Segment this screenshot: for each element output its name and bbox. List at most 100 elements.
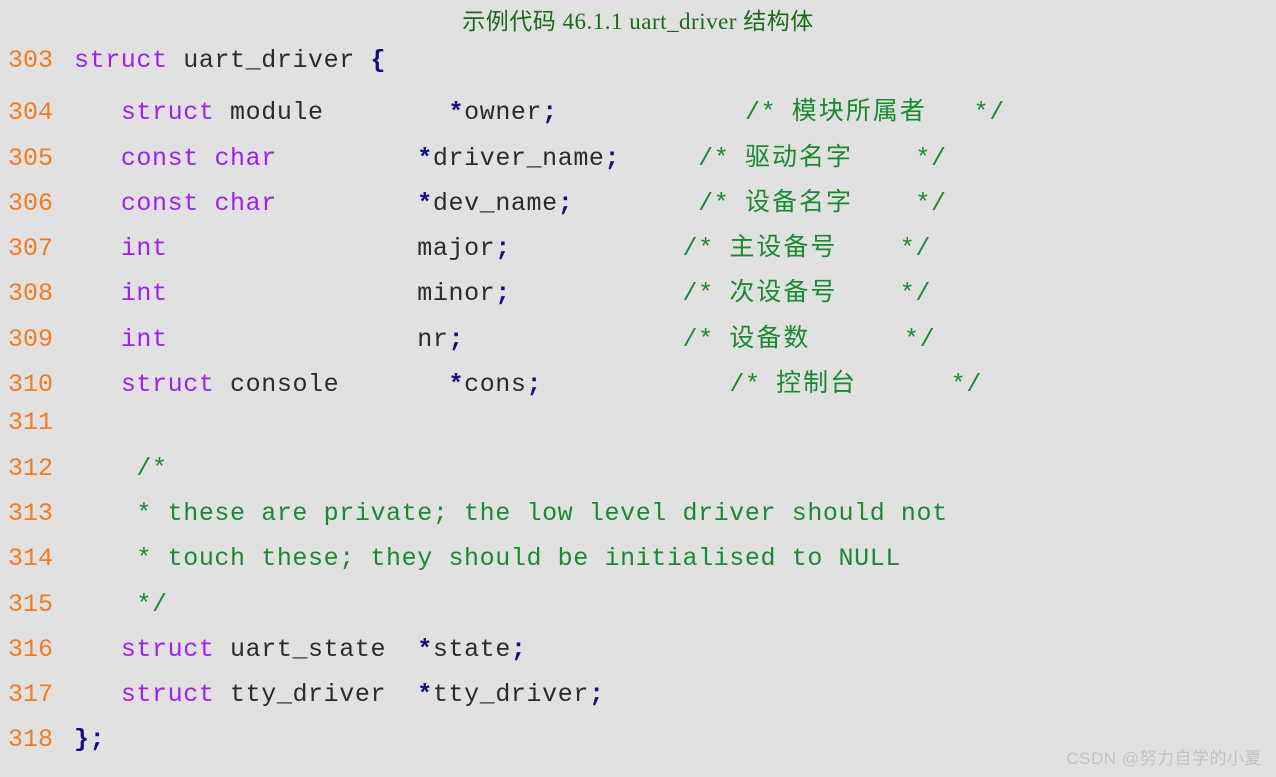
code-token-kw: int bbox=[120, 234, 168, 264]
code-token-id bbox=[74, 635, 121, 664]
code-token-id bbox=[573, 189, 698, 218]
code-token-cmt: */ bbox=[857, 370, 983, 400]
code-token-cmt-cn: 模块所属者 bbox=[791, 98, 927, 126]
code-token-punc: ; bbox=[542, 98, 558, 128]
code-token-punc: ; bbox=[588, 680, 605, 710]
code-token-cmt: /* bbox=[729, 370, 777, 400]
code-line: 313 * these are private; the low level d… bbox=[0, 499, 1276, 544]
code-token-id bbox=[386, 680, 417, 709]
page-title: 示例代码 46.1.1 uart_driver 结构体 bbox=[462, 9, 814, 34]
code-token-cmt: * touch these; they should be initialise… bbox=[74, 544, 901, 574]
code-token-id bbox=[168, 279, 418, 308]
code-token-kw: int bbox=[120, 324, 168, 354]
code-token-id bbox=[74, 189, 121, 218]
code-token-id bbox=[558, 98, 745, 127]
code-token-id: uart_driver bbox=[183, 46, 355, 75]
code-token-id bbox=[464, 325, 682, 354]
code-token-cmt: /* bbox=[682, 324, 730, 354]
code-line-content: const char *dev_name; /* 设备名字 */ bbox=[74, 182, 947, 218]
code-token-id: dev_name bbox=[432, 188, 558, 218]
code-token-id bbox=[542, 370, 729, 399]
code-line-content: const char *driver_name; /* 驱动名字 */ bbox=[74, 137, 947, 173]
code-token-cmt: /* bbox=[698, 188, 745, 218]
code-token-kw: struct bbox=[120, 370, 215, 400]
code-token-punc: * bbox=[448, 98, 465, 128]
code-line-content: struct console *cons; /* 控制台 */ bbox=[74, 363, 982, 399]
line-number: 314 bbox=[8, 544, 54, 574]
code-token-id: tty_driver bbox=[230, 680, 387, 710]
code-token-cmt: /* bbox=[744, 98, 792, 128]
code-token-brace: }; bbox=[74, 725, 106, 755]
code-token-cmt: /* bbox=[682, 279, 730, 309]
code-token-punc: ; bbox=[448, 324, 465, 354]
line-number: 315 bbox=[8, 589, 54, 619]
code-token-kw: struct bbox=[120, 98, 215, 128]
code-line-content: struct module *owner; /* 模块所属者 */ bbox=[74, 91, 1005, 127]
code-token-kw: const bbox=[120, 188, 199, 218]
code-token-id bbox=[168, 234, 418, 263]
code-token-id: nr bbox=[417, 324, 449, 354]
code-token-punc: ; bbox=[526, 370, 543, 400]
code-token-cmt: */ bbox=[853, 143, 947, 173]
code-token-id bbox=[355, 46, 371, 75]
code-token-id bbox=[620, 144, 698, 173]
code-line: 308 int minor; /* 次设备号 */ bbox=[0, 272, 1276, 317]
code-token-kw: const bbox=[120, 143, 199, 173]
code-token-id bbox=[74, 325, 121, 354]
code-line: 304 struct module *owner; /* 模块所属者 */ bbox=[0, 91, 1276, 136]
code-token-kw: struct bbox=[120, 634, 215, 664]
code-token-kw: struct bbox=[74, 46, 168, 75]
code-token-id bbox=[277, 144, 417, 173]
code-token-cmt: */ bbox=[837, 234, 931, 264]
watermark: CSDN @努力自学的小夏 bbox=[1066, 749, 1262, 768]
code-line: 306 const char *dev_name; /* 设备名字 */ bbox=[0, 182, 1276, 227]
code-token-cmt: */ bbox=[810, 324, 936, 354]
code-token-id: owner bbox=[464, 98, 543, 128]
code-token-cmt-cn: 设备数 bbox=[729, 324, 811, 352]
code-token-punc: * bbox=[448, 370, 465, 400]
code-token-punc: ; bbox=[495, 279, 511, 309]
line-number: 311 bbox=[8, 408, 54, 438]
code-token-cmt: */ bbox=[837, 279, 931, 309]
code-line: 315 */ bbox=[0, 590, 1276, 635]
line-number: 303 bbox=[8, 46, 54, 75]
code-token-id: tty_driver bbox=[432, 680, 589, 710]
code-line: 311 bbox=[0, 408, 1276, 453]
code-token-cmt: */ bbox=[74, 589, 168, 619]
code-line: 317 struct tty_driver *tty_driver; bbox=[0, 680, 1276, 725]
code-token-punc: * bbox=[417, 188, 433, 218]
code-token-id bbox=[74, 144, 121, 173]
code-token-cmt-cn: 控制台 bbox=[776, 370, 858, 398]
code-token-id: state bbox=[432, 634, 511, 664]
code-line-content: int minor; /* 次设备号 */ bbox=[74, 272, 931, 308]
line-number: 305 bbox=[8, 143, 54, 173]
line-number: 317 bbox=[8, 680, 54, 710]
code-token-id bbox=[214, 98, 230, 127]
code-token-id bbox=[74, 98, 121, 127]
line-number: 313 bbox=[8, 498, 54, 528]
code-token-cmt: */ bbox=[926, 98, 1005, 128]
code-line-content: int nr; /* 设备数 */ bbox=[74, 318, 935, 354]
code-token-cmt: /* bbox=[682, 234, 730, 264]
code-token-id bbox=[339, 370, 448, 399]
code-token-cmt-cn: 主设备号 bbox=[729, 234, 838, 262]
code-token-id bbox=[199, 189, 215, 218]
code-token-cmt: */ bbox=[853, 188, 947, 218]
code-token-kw: int bbox=[120, 279, 168, 309]
code-line: 312 /* bbox=[0, 454, 1276, 499]
line-number: 307 bbox=[8, 234, 54, 264]
line-number: 318 bbox=[8, 725, 54, 755]
code-token-kw: struct bbox=[120, 680, 215, 710]
code-token-cmt: /* bbox=[74, 453, 168, 483]
code-token-id: cons bbox=[464, 370, 527, 400]
code-token-punc: * bbox=[417, 680, 433, 710]
code-token-cmt: /* bbox=[698, 143, 745, 173]
code-token-id: console bbox=[230, 370, 340, 400]
code-line: 316 struct uart_state *state; bbox=[0, 635, 1276, 680]
code-token-cmt-cn: 次设备号 bbox=[729, 279, 838, 307]
code-line: 309 int nr; /* 设备数 */ bbox=[0, 318, 1276, 363]
code-token-id bbox=[277, 189, 417, 218]
line-number: 316 bbox=[8, 634, 54, 664]
line-number: 309 bbox=[8, 324, 54, 354]
code-token-id bbox=[199, 144, 215, 173]
